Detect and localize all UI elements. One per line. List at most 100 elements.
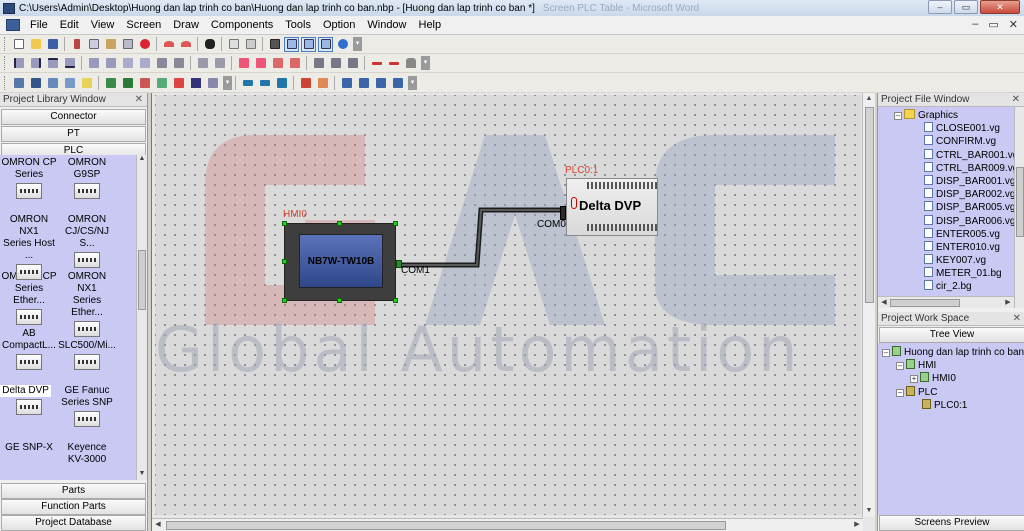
document-restore-button[interactable]: ▭ xyxy=(988,18,998,31)
tree-hmi-group[interactable]: – HMI xyxy=(878,359,1024,372)
connection-cable[interactable] xyxy=(155,95,861,515)
close-icon[interactable]: ✕ xyxy=(135,93,143,107)
scrollbar-thumb[interactable] xyxy=(865,107,874,303)
toolbar-overflow-icon[interactable]: ▾ xyxy=(421,56,430,70)
close-button[interactable]: ✕ xyxy=(980,0,1020,14)
menu-edit[interactable]: Edit xyxy=(54,19,85,31)
distribute-h-icon[interactable] xyxy=(120,56,135,71)
menu-option[interactable]: Option xyxy=(317,19,361,31)
collapse-icon[interactable]: – xyxy=(896,362,904,371)
open-folder-icon[interactable] xyxy=(28,37,43,52)
menu-view[interactable]: View xyxy=(85,19,121,31)
disconnect-icon[interactable] xyxy=(257,75,272,90)
help-icon[interactable] xyxy=(335,37,350,52)
undo-icon[interactable] xyxy=(161,37,176,52)
center-vertical-icon[interactable] xyxy=(171,56,186,71)
file-tree-horizontal-scrollbar[interactable]: ◀ ▶ xyxy=(878,296,1014,308)
tree-file[interactable]: DISP_BAR006.vg xyxy=(878,214,1024,228)
scrollbar-thumb[interactable] xyxy=(138,250,146,310)
new-file-icon[interactable] xyxy=(11,37,26,52)
tree-file[interactable]: CLOSE001.vg xyxy=(878,122,1024,135)
align-center-h-icon[interactable] xyxy=(86,56,101,71)
align-center-v-icon[interactable] xyxy=(103,56,118,71)
same-height-icon[interactable] xyxy=(328,56,343,71)
copy-icon[interactable] xyxy=(86,37,101,52)
menu-screen[interactable]: Screen xyxy=(120,19,167,31)
scroll-right-icon[interactable]: ▶ xyxy=(1002,297,1014,308)
selection-handle[interactable] xyxy=(337,298,342,303)
monitor-2-icon[interactable] xyxy=(356,75,371,90)
library-item[interactable]: AB CompactL... xyxy=(0,326,58,383)
selection-handle[interactable] xyxy=(393,221,398,226)
menu-window[interactable]: Window xyxy=(361,19,412,31)
library-item-delta-dvp[interactable]: Delta DVP xyxy=(0,383,58,440)
tree-file[interactable]: DISP_BAR005.vg xyxy=(878,201,1024,214)
toolbar-overflow-icon[interactable]: ▾ xyxy=(353,37,362,51)
tree-file[interactable]: METER_01.bg xyxy=(878,267,1024,280)
project-database-button[interactable]: Project Database xyxy=(1,515,146,531)
align-bottom-icon[interactable] xyxy=(62,56,77,71)
redo-icon[interactable] xyxy=(178,37,193,52)
library-item[interactable]: GE Fanuc Series SNP xyxy=(58,383,116,440)
tree-file[interactable]: CTRL_BAR001.vg xyxy=(878,148,1024,162)
document-minimize-button[interactable]: – xyxy=(972,18,978,31)
collapse-icon[interactable]: – xyxy=(882,349,890,357)
canvas-vertical-scrollbar[interactable]: ▲ ▼ xyxy=(862,93,875,517)
window-layout-1-icon[interactable] xyxy=(284,36,299,52)
paste-icon[interactable] xyxy=(103,37,118,52)
selection-handle[interactable] xyxy=(282,221,287,226)
tree-file[interactable]: DISP_BAR002.vg xyxy=(878,188,1024,201)
library-item[interactable]: OMRON G9SP xyxy=(58,155,116,212)
scroll-down-icon[interactable]: ▼ xyxy=(863,505,875,517)
window-layout-3-icon[interactable] xyxy=(318,36,333,52)
same-width-icon[interactable] xyxy=(311,56,326,71)
library-item[interactable]: OMRON NX1 Series Host ... xyxy=(0,212,58,280)
duplicate-icon[interactable] xyxy=(120,37,135,52)
collapse-icon[interactable]: – xyxy=(896,388,904,397)
distribute-v-icon[interactable] xyxy=(137,56,152,71)
align-top-icon[interactable] xyxy=(45,56,60,71)
scrollbar-thumb[interactable] xyxy=(1016,167,1024,237)
tree-file[interactable]: ENTER005.vg xyxy=(878,227,1024,241)
recipe-icon[interactable] xyxy=(205,75,220,90)
screen-list-icon[interactable] xyxy=(11,75,26,90)
space-v-icon[interactable] xyxy=(212,56,227,71)
monitor-3-icon[interactable] xyxy=(373,75,388,90)
print-icon[interactable] xyxy=(243,37,258,52)
design-canvas[interactable]: Global Automation HMI0 NB7W-TW10B COM1 P… xyxy=(155,95,861,515)
monitor-4-icon[interactable] xyxy=(390,75,405,90)
group-icon[interactable] xyxy=(369,56,384,71)
align-right-icon[interactable] xyxy=(28,56,43,71)
minimize-button[interactable]: – xyxy=(928,0,952,14)
library-item[interactable]: OMRON CP Series xyxy=(0,155,58,212)
menu-file[interactable]: File xyxy=(24,19,54,31)
tree-plc-group[interactable]: – PLC xyxy=(878,385,1024,399)
selection-handle[interactable] xyxy=(337,221,342,226)
connect-icon[interactable] xyxy=(240,75,255,90)
function-parts-button[interactable]: Function Parts xyxy=(1,499,146,515)
scroll-up-icon[interactable]: ▲ xyxy=(137,155,147,165)
tree-file[interactable]: CTRL_BAR009.vg xyxy=(878,161,1024,175)
library-item[interactable]: OMRON CJ/CS/NJ S... xyxy=(58,212,116,269)
collapse-icon[interactable]: – xyxy=(894,112,902,120)
table-icon[interactable] xyxy=(45,75,60,90)
library-item[interactable]: OMRON NX1 Series Ether... xyxy=(58,269,116,337)
screen-icon[interactable] xyxy=(267,37,282,52)
menu-tools[interactable]: Tools xyxy=(279,19,317,31)
document-icon[interactable] xyxy=(6,19,20,31)
bring-front-icon[interactable] xyxy=(236,56,251,71)
ungroup-icon[interactable] xyxy=(386,56,401,71)
font-icon[interactable] xyxy=(188,75,203,90)
tree-view-button[interactable]: Tree View xyxy=(879,327,1024,343)
toolbar-overflow-icon[interactable]: ▾ xyxy=(223,75,232,90)
tree-project-root[interactable]: – Huong dan lap trinh co ban xyxy=(878,346,1024,359)
text-library-icon[interactable] xyxy=(154,75,169,90)
expand-icon[interactable]: + xyxy=(910,375,918,384)
same-size-icon[interactable] xyxy=(345,56,360,71)
picture-icon[interactable] xyxy=(103,75,118,90)
tree-file[interactable]: ENTER010.vg xyxy=(878,240,1024,254)
selection-handle[interactable] xyxy=(393,298,398,303)
delete-icon[interactable] xyxy=(137,37,152,52)
cut-icon[interactable] xyxy=(69,37,84,52)
center-horizontal-icon[interactable] xyxy=(154,56,169,71)
